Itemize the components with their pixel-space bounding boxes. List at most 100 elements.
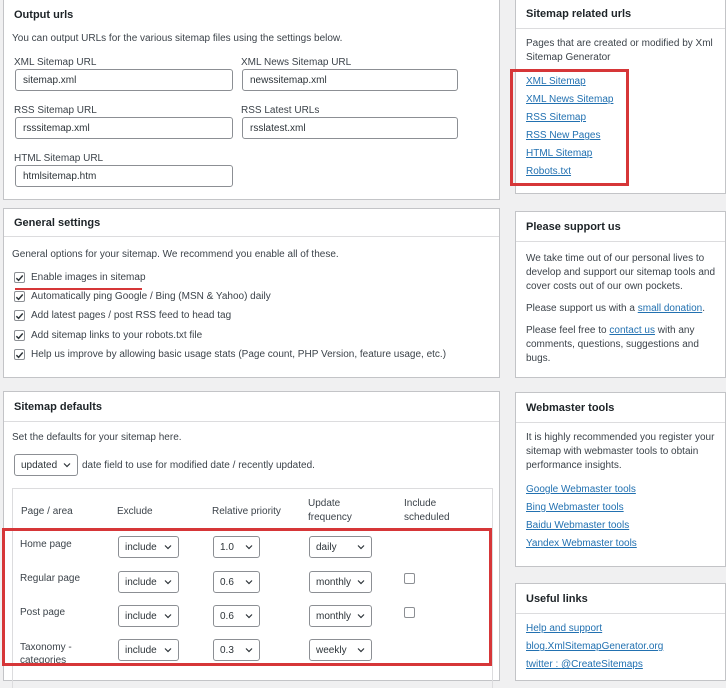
chevron-down-icon xyxy=(357,614,365,619)
link-rss-sitemap[interactable]: RSS Sitemap xyxy=(526,112,586,123)
usage-stats-checkbox[interactable] xyxy=(14,349,25,360)
support-paragraph: We take time out of our personal lives t… xyxy=(526,253,716,292)
option-robots-links[interactable]: Add sitemap links to your robots.txt fil… xyxy=(14,330,202,341)
chevron-down-icon xyxy=(164,580,172,585)
rss-sitemap-url-input[interactable] xyxy=(15,117,233,139)
html-sitemap-url-input[interactable] xyxy=(15,165,233,187)
robots-links-label: Add sitemap links to your robots.txt fil… xyxy=(31,330,203,341)
rss-sitemap-url-label: RSS Sitemap URL xyxy=(14,105,97,116)
useful-links-panel: Useful links Help and support blog.XmlSi… xyxy=(515,583,726,681)
link-bing-webmaster[interactable]: Bing Webmaster tools xyxy=(526,502,624,513)
chevron-down-icon xyxy=(164,648,172,653)
header-frequency-line2: frequency xyxy=(308,512,352,523)
chevron-down-icon xyxy=(357,545,365,550)
chevron-down-icon xyxy=(164,614,172,619)
taxonomy-frequency-select[interactable]: weekly xyxy=(309,639,372,661)
chevron-down-icon xyxy=(164,545,172,550)
checkmark-icon xyxy=(15,274,24,281)
chevron-down-icon xyxy=(357,580,365,585)
option-usage-stats[interactable]: Help us improve by allowing basic usage … xyxy=(14,349,446,360)
link-yandex-webmaster[interactable]: Yandex Webmaster tools xyxy=(526,538,637,549)
link-xml-news-sitemap[interactable]: XML News Sitemap xyxy=(526,94,613,105)
support-panel: Please support us We take time out of ou… xyxy=(515,211,726,378)
link-help-support[interactable]: Help and support xyxy=(526,623,602,634)
home-exclude-select[interactable]: include xyxy=(118,536,179,558)
regular-exclude-select[interactable]: include xyxy=(118,571,179,593)
related-urls-description: Pages that are created or modified by Xm… xyxy=(526,38,713,63)
link-blog[interactable]: blog.XmlSitemapGenerator.org xyxy=(526,641,663,652)
regular-frequency-select[interactable]: monthly xyxy=(309,571,372,593)
sitemap-defaults-panel: Sitemap defaults Set the defaults for yo… xyxy=(2,391,500,688)
webmaster-description: It is highly recommended you register yo… xyxy=(526,432,715,471)
checkmark-icon xyxy=(15,293,24,300)
xml-sitemap-url-input[interactable] xyxy=(15,69,233,91)
regular-scheduled-checkbox[interactable] xyxy=(404,573,415,584)
taxonomy-exclude-value: include xyxy=(125,644,157,656)
post-exclude-value: include xyxy=(125,610,157,622)
taxonomy-frequency-value: weekly xyxy=(316,644,347,656)
enable-images-underline xyxy=(15,288,142,290)
row-post-page-label: Post page xyxy=(20,607,66,618)
regular-exclude-value: include xyxy=(125,576,157,588)
xml-news-sitemap-url-label: XML News Sitemap URL xyxy=(241,57,352,68)
option-enable-images[interactable]: Enable images in sitemap xyxy=(14,272,146,283)
home-priority-value: 1.0 xyxy=(220,541,234,553)
enable-images-checkbox[interactable] xyxy=(14,272,25,283)
link-xml-sitemap[interactable]: XML Sitemap xyxy=(526,76,586,87)
rss-latest-urls-label: RSS Latest URLs xyxy=(241,105,320,116)
chevron-down-icon xyxy=(357,648,365,653)
enable-images-label: Enable images in sitemap xyxy=(31,272,146,283)
header-scheduled-line2: scheduled xyxy=(404,512,450,523)
auto-ping-checkbox[interactable] xyxy=(14,291,25,302)
regular-priority-select[interactable]: 0.6 xyxy=(213,571,260,593)
rss-head-tag-label: Add latest pages / post RSS feed to head… xyxy=(31,310,232,321)
date-field-select[interactable]: updated xyxy=(14,454,78,476)
post-priority-select[interactable]: 0.6 xyxy=(213,605,260,627)
donation-text: Please support us with a xyxy=(526,303,635,314)
home-frequency-select[interactable]: daily xyxy=(309,536,372,558)
contact-paragraph: Please feel free to contact us with any … xyxy=(526,324,715,366)
rss-head-tag-checkbox[interactable] xyxy=(14,310,25,321)
chevron-down-icon xyxy=(63,463,71,468)
webmaster-title: Webmaster tools xyxy=(516,393,725,423)
post-frequency-select[interactable]: monthly xyxy=(309,605,372,627)
home-exclude-value: include xyxy=(125,541,157,553)
checkmark-icon xyxy=(15,351,24,358)
auto-ping-label: Automatically ping Google / Bing (MSN & … xyxy=(31,291,271,302)
link-robots-txt[interactable]: Robots.txt xyxy=(526,166,571,177)
support-title: Please support us xyxy=(516,212,725,242)
checkmark-icon xyxy=(15,312,24,319)
taxonomy-priority-select[interactable]: 0.3 xyxy=(213,639,260,661)
link-twitter[interactable]: twitter : @CreateSitemaps xyxy=(526,659,643,670)
link-baidu-webmaster[interactable]: Baidu Webmaster tools xyxy=(526,520,629,531)
checkmark-icon xyxy=(15,332,24,339)
link-google-webmaster[interactable]: Google Webmaster tools xyxy=(526,484,636,495)
related-urls-title: Sitemap related urls xyxy=(516,0,725,29)
small-donation-link[interactable]: small donation xyxy=(638,303,702,314)
post-exclude-select[interactable]: include xyxy=(118,605,179,627)
header-exclude: Exclude xyxy=(117,506,153,517)
post-priority-value: 0.6 xyxy=(220,610,234,622)
output-urls-description: You can output URLs for the various site… xyxy=(12,33,343,44)
taxonomy-priority-value: 0.3 xyxy=(220,644,234,656)
date-field-label: date field to use for modified date / re… xyxy=(82,460,315,471)
xml-news-sitemap-url-input[interactable] xyxy=(242,69,458,91)
rss-latest-urls-input[interactable] xyxy=(242,117,458,139)
general-settings-title: General settings xyxy=(4,209,499,237)
option-auto-ping[interactable]: Automatically ping Google / Bing (MSN & … xyxy=(14,291,271,302)
regular-frequency-value: monthly xyxy=(316,576,352,588)
usage-stats-label: Help us improve by allowing basic usage … xyxy=(31,349,447,360)
home-priority-select[interactable]: 1.0 xyxy=(213,536,260,558)
chevron-down-icon xyxy=(245,580,253,585)
general-settings-description: General options for your sitemap. We rec… xyxy=(12,249,339,260)
robots-links-checkbox[interactable] xyxy=(14,330,25,341)
taxonomy-exclude-select[interactable]: include xyxy=(118,639,179,661)
post-scheduled-checkbox[interactable] xyxy=(404,607,415,618)
link-html-sitemap[interactable]: HTML Sitemap xyxy=(526,148,592,159)
link-rss-new-pages[interactable]: RSS New Pages xyxy=(526,130,600,141)
option-rss-head-tag[interactable]: Add latest pages / post RSS feed to head… xyxy=(14,310,231,321)
useful-links-title: Useful links xyxy=(516,584,725,614)
contact-us-link[interactable]: contact us xyxy=(609,325,655,336)
xml-sitemap-url-label: XML Sitemap URL xyxy=(14,57,97,68)
webmaster-panel: Webmaster tools It is highly recommended… xyxy=(515,392,726,567)
